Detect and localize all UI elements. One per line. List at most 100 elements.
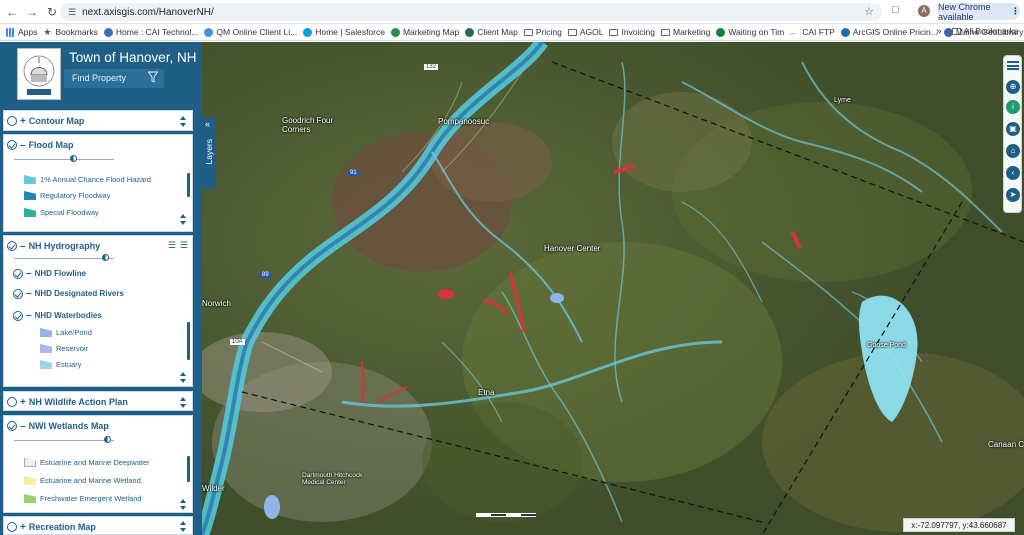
double-chevron-left-icon[interactable]: « <box>205 119 210 129</box>
town-seal-logo <box>17 48 61 100</box>
bookmark-item[interactable]: AGOL <box>567 27 603 37</box>
hydrography-scrollbar[interactable] <box>187 322 190 360</box>
flood-opacity-slider[interactable] <box>14 159 114 160</box>
bookmark-item[interactable]: Waiting on Tim <box>716 27 784 37</box>
bookmark-item[interactable]: ArcGIS Online Pricin... <box>840 27 938 37</box>
bookmark-item[interactable]: QM Online Client Li... <box>204 27 297 37</box>
layer-section-wetlands[interactable]: – NWI Wetlands Map Estuarine and Marine … <box>3 415 193 513</box>
profile-avatar[interactable]: A <box>918 5 930 17</box>
collapse-icon[interactable]: – <box>20 241 26 252</box>
collapse-icon[interactable]: – <box>26 288 32 299</box>
favicon-icon <box>390 27 400 37</box>
bookmark-item[interactable]: – CAI FTP <box>790 27 835 38</box>
find-property-input[interactable]: Find Property <box>64 69 164 88</box>
layer-section-hydrography[interactable]: – NH Hydrography ☰ ☰ – NHD Flowline – NH… <box>3 235 193 387</box>
layer-section-flood[interactable]: – Flood Map 1% Annual Chance Flood Hazar… <box>3 134 193 232</box>
contour-toggle-checkbox[interactable] <box>7 116 17 126</box>
legend-swatch <box>40 328 52 337</box>
hamburger-menu-icon[interactable] <box>1007 61 1019 70</box>
legend-regulatory-floodway: Regulatory Floodway <box>24 191 110 200</box>
zoom-extent-icon[interactable]: ▣ <box>1006 122 1020 136</box>
hydrography-opacity-knob[interactable] <box>102 254 109 261</box>
zoom-in-icon[interactable]: ⊕ <box>1006 80 1020 94</box>
bookmark-label: CAI FTP <box>802 27 835 37</box>
map-label-dartmouth: Dartmouth Hitchcock Medical Center <box>302 472 363 486</box>
wetlands-opacity-slider[interactable] <box>14 440 114 441</box>
sublayer-nhd-designated-rivers[interactable]: – NHD Designated Rivers <box>10 288 124 299</box>
map-label-wilder: Wilder <box>202 484 225 493</box>
filter-icon[interactable] <box>148 71 158 83</box>
bookmark-item[interactable]: Client Map <box>465 27 518 37</box>
all-bookmarks-link[interactable]: All Bookmarks <box>951 26 1018 36</box>
legend-swatch <box>24 175 36 184</box>
reorder-arrows-icon[interactable] <box>180 521 187 532</box>
nhd-flowline-checkbox[interactable] <box>13 268 23 279</box>
bookmark-item[interactable]: Apps <box>6 27 37 37</box>
bookmarks-bar: Apps ★ Bookmarks Home : CAI Technol... QM On… <box>0 24 1024 41</box>
expand-icon[interactable]: + <box>20 397 26 408</box>
bookmark-item[interactable]: Home : CAI Technol... <box>103 27 198 37</box>
bookmark-item[interactable]: ★ Bookmarks <box>43 27 98 37</box>
route-10a-shield: 10A <box>230 339 245 345</box>
bookmark-item[interactable]: Invoicing <box>609 27 655 37</box>
recreation-title: Recreation Map <box>28 522 96 532</box>
route-89-shield: 89 <box>260 272 271 278</box>
sublayer-list-icon[interactable]: ☰ <box>180 240 188 251</box>
reorder-arrows-icon[interactable] <box>180 499 187 510</box>
sublayer-nhd-waterbodies[interactable]: – NHD Waterbodies <box>10 310 102 321</box>
collapse-icon[interactable]: – <box>20 421 26 432</box>
flood-toggle-checkbox[interactable] <box>7 140 17 150</box>
nhd-designated-rivers-checkbox[interactable] <box>13 288 23 299</box>
collapse-icon[interactable]: – <box>26 268 32 279</box>
legend-special-floodway: Special Floodway <box>24 208 99 217</box>
info-icon[interactable]: i <box>1006 100 1020 114</box>
bookmark-item[interactable]: Marketing <box>661 27 710 37</box>
nhd-waterbodies-checkbox[interactable] <box>13 310 23 321</box>
back-extent-icon[interactable]: ‹ <box>1006 166 1020 180</box>
layer-section-contour[interactable]: + Contour Map <box>3 110 193 131</box>
layers-collapse-tab[interactable]: « Layers <box>202 117 216 189</box>
back-icon[interactable]: ← <box>4 4 20 20</box>
wetlands-toggle-checkbox[interactable] <box>7 421 17 431</box>
bookmark-item[interactable]: Pricing <box>523 27 562 37</box>
bookmark-label: Marketing Map <box>402 27 460 37</box>
bookmark-star-icon[interactable]: ☆ <box>864 5 874 18</box>
site-info-icon[interactable]: ☰ <box>68 7 76 18</box>
sublayer-label: NHD Waterbodies <box>34 311 102 320</box>
reorder-arrows-icon[interactable] <box>180 372 187 383</box>
hydrography-opacity-slider[interactable] <box>14 258 114 259</box>
home-icon[interactable]: ⌂ <box>1006 144 1020 158</box>
bookmark-item[interactable]: Home | Salesforce <box>303 27 385 37</box>
legend-scrollbar[interactable] <box>187 173 190 197</box>
legend-freshwater-emergent: Freshwater Emergent Wetland <box>24 494 142 503</box>
map-label-goodrich: Goodrich Four Corners <box>282 116 334 134</box>
route-132-shield: 132 <box>424 64 439 70</box>
reorder-arrows-icon[interactable] <box>180 397 187 408</box>
collapse-icon[interactable]: – <box>26 310 32 321</box>
forward-icon[interactable]: → <box>24 4 40 20</box>
address-bar[interactable]: ☰ next.axisgis.com/HanoverNH/ ☆ <box>60 3 882 21</box>
layer-section-recreation[interactable]: + Recreation Map <box>3 516 193 535</box>
share-icon[interactable]: ➤ <box>1006 188 1020 202</box>
wetlands-scrollbar[interactable] <box>187 456 190 482</box>
extensions-icon[interactable]: □ <box>892 4 906 18</box>
bookmark-item[interactable]: Marketing Map <box>390 27 460 37</box>
layer-section-wildlife[interactable]: + NH Wildlife Action Plan <box>3 391 193 411</box>
list-icon[interactable]: ☰ <box>168 240 176 251</box>
reorder-arrows-icon[interactable] <box>180 214 187 225</box>
wetlands-opacity-knob[interactable] <box>104 436 111 443</box>
new-chrome-available-button[interactable]: New Chrome available ⋮ <box>938 2 1020 22</box>
reorder-arrows-icon[interactable] <box>180 116 187 127</box>
kebab-menu-icon[interactable]: ⋮ <box>1011 6 1020 17</box>
collapse-icon[interactable]: – <box>20 140 26 151</box>
wildlife-toggle-checkbox[interactable] <box>7 397 17 407</box>
reload-icon[interactable]: ↻ <box>44 4 60 20</box>
hydrography-toggle-checkbox[interactable] <box>7 241 17 251</box>
flood-opacity-knob[interactable] <box>70 155 77 162</box>
expand-icon[interactable]: + <box>20 116 26 127</box>
expand-icon[interactable]: + <box>20 522 26 533</box>
recreation-toggle-checkbox[interactable] <box>7 522 17 532</box>
sublayer-nhd-flowline[interactable]: – NHD Flowline <box>10 268 86 279</box>
map-view[interactable]: Goodrich Four Corners Pompanoosuc Hanove… <box>202 42 1024 535</box>
more-bookmarks-icon[interactable]: » <box>936 26 942 37</box>
